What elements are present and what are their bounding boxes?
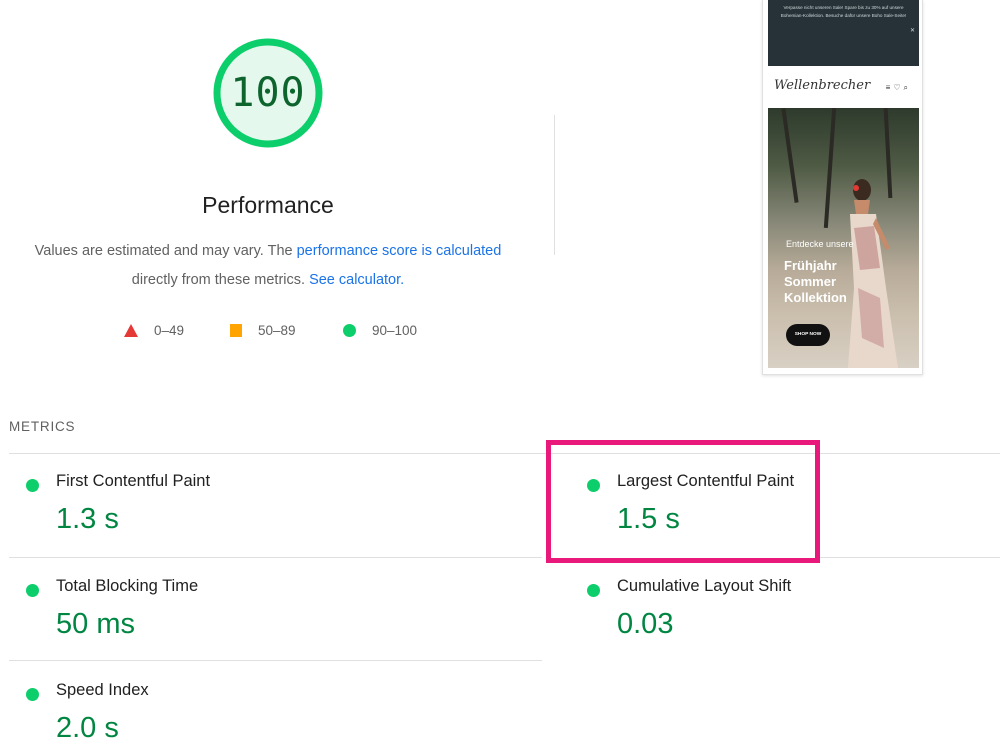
sale-banner-text: Verpasse nicht unseren Sale! Spare bis z… [780,5,907,18]
metric-title: Total Blocking Time [56,577,199,595]
divider [820,557,1000,558]
final-screenshot: Verpasse nicht unseren Sale! Spare bis z… [762,0,923,375]
hero-line: Frühjahr [784,258,837,273]
site-header: Wellenbrecher ≡♡⌕ [768,70,919,108]
legend-item-fail: 0–49 [124,323,184,338]
score-calculated-link[interactable]: performance score is calculated [297,243,502,259]
desc-middle: directly from these metrics. [131,272,310,288]
metric-value: 0.03 [617,608,674,640]
heart-icon: ♡ [893,83,904,92]
close-icon: ✕ [909,28,915,34]
legend-item-average: 50–89 [230,323,296,338]
header-icons: ≡♡⌕ [886,83,911,93]
divider [9,660,542,661]
see-calculator-link[interactable]: See calculator. [309,272,404,288]
pass-circle-icon [26,479,39,492]
shop-now-button[interactable]: SHOP NOW [786,324,830,346]
legend-range: 90–100 [372,323,418,338]
site-logo: Wellenbrecher [774,78,871,93]
metric-value: 2.0 s [56,712,119,744]
triangle-icon [124,324,138,337]
legend-item-pass: 90–100 [343,323,417,338]
palm-trunk [781,108,799,203]
metric-title: Cumulative Layout Shift [617,577,792,595]
legend-range: 50–89 [258,323,296,338]
hero-image: Entdecke unsere Frühjahr Sommer Kollekti… [768,108,919,368]
performance-description: Values are estimated and may vary. The p… [18,237,518,295]
lcp-highlight-box [546,440,820,563]
divider [9,557,542,558]
palm-trunk [823,108,837,228]
divider [9,453,1000,454]
sale-banner: Verpasse nicht unseren Sale! Spare bis z… [768,0,919,66]
metric-cumulative-layout-shift: Cumulative Layout Shift 0.03 [570,560,990,650]
hero-kicker: Entdecke unsere [786,239,854,249]
metric-speed-index: Speed Index 2.0 s [9,664,429,750]
pass-circle-icon [587,584,600,597]
search-icon: ⌕ [903,83,911,92]
hero-headline: Frühjahr Sommer Kollektion [784,258,847,306]
vertical-divider [554,115,555,255]
score-legend: 0–49 50–89 90–100 [0,321,540,343]
metric-total-blocking-time: Total Blocking Time 50 ms [9,560,429,650]
performance-score: 100 [230,70,306,116]
metric-value: 1.3 s [56,503,119,535]
hero-line: Sommer [784,274,837,289]
metric-first-contentful-paint: First Contentful Paint 1.3 s [9,455,429,545]
hero-line: Kollektion [784,290,847,305]
desc-prefix: Values are estimated and may vary. The [34,243,297,259]
performance-score-gauge: 100 [212,37,324,149]
pass-circle-icon [26,584,39,597]
performance-title: Performance [202,192,334,218]
metric-title: Speed Index [56,681,149,699]
model-figure [848,179,898,368]
metric-title: First Contentful Paint [56,472,211,490]
metrics-header: METRICS [9,419,76,434]
square-icon [230,324,242,337]
pass-circle-icon [26,688,39,701]
legend-range: 0–49 [154,323,185,338]
metric-value: 50 ms [56,608,135,640]
circle-icon [343,324,356,337]
